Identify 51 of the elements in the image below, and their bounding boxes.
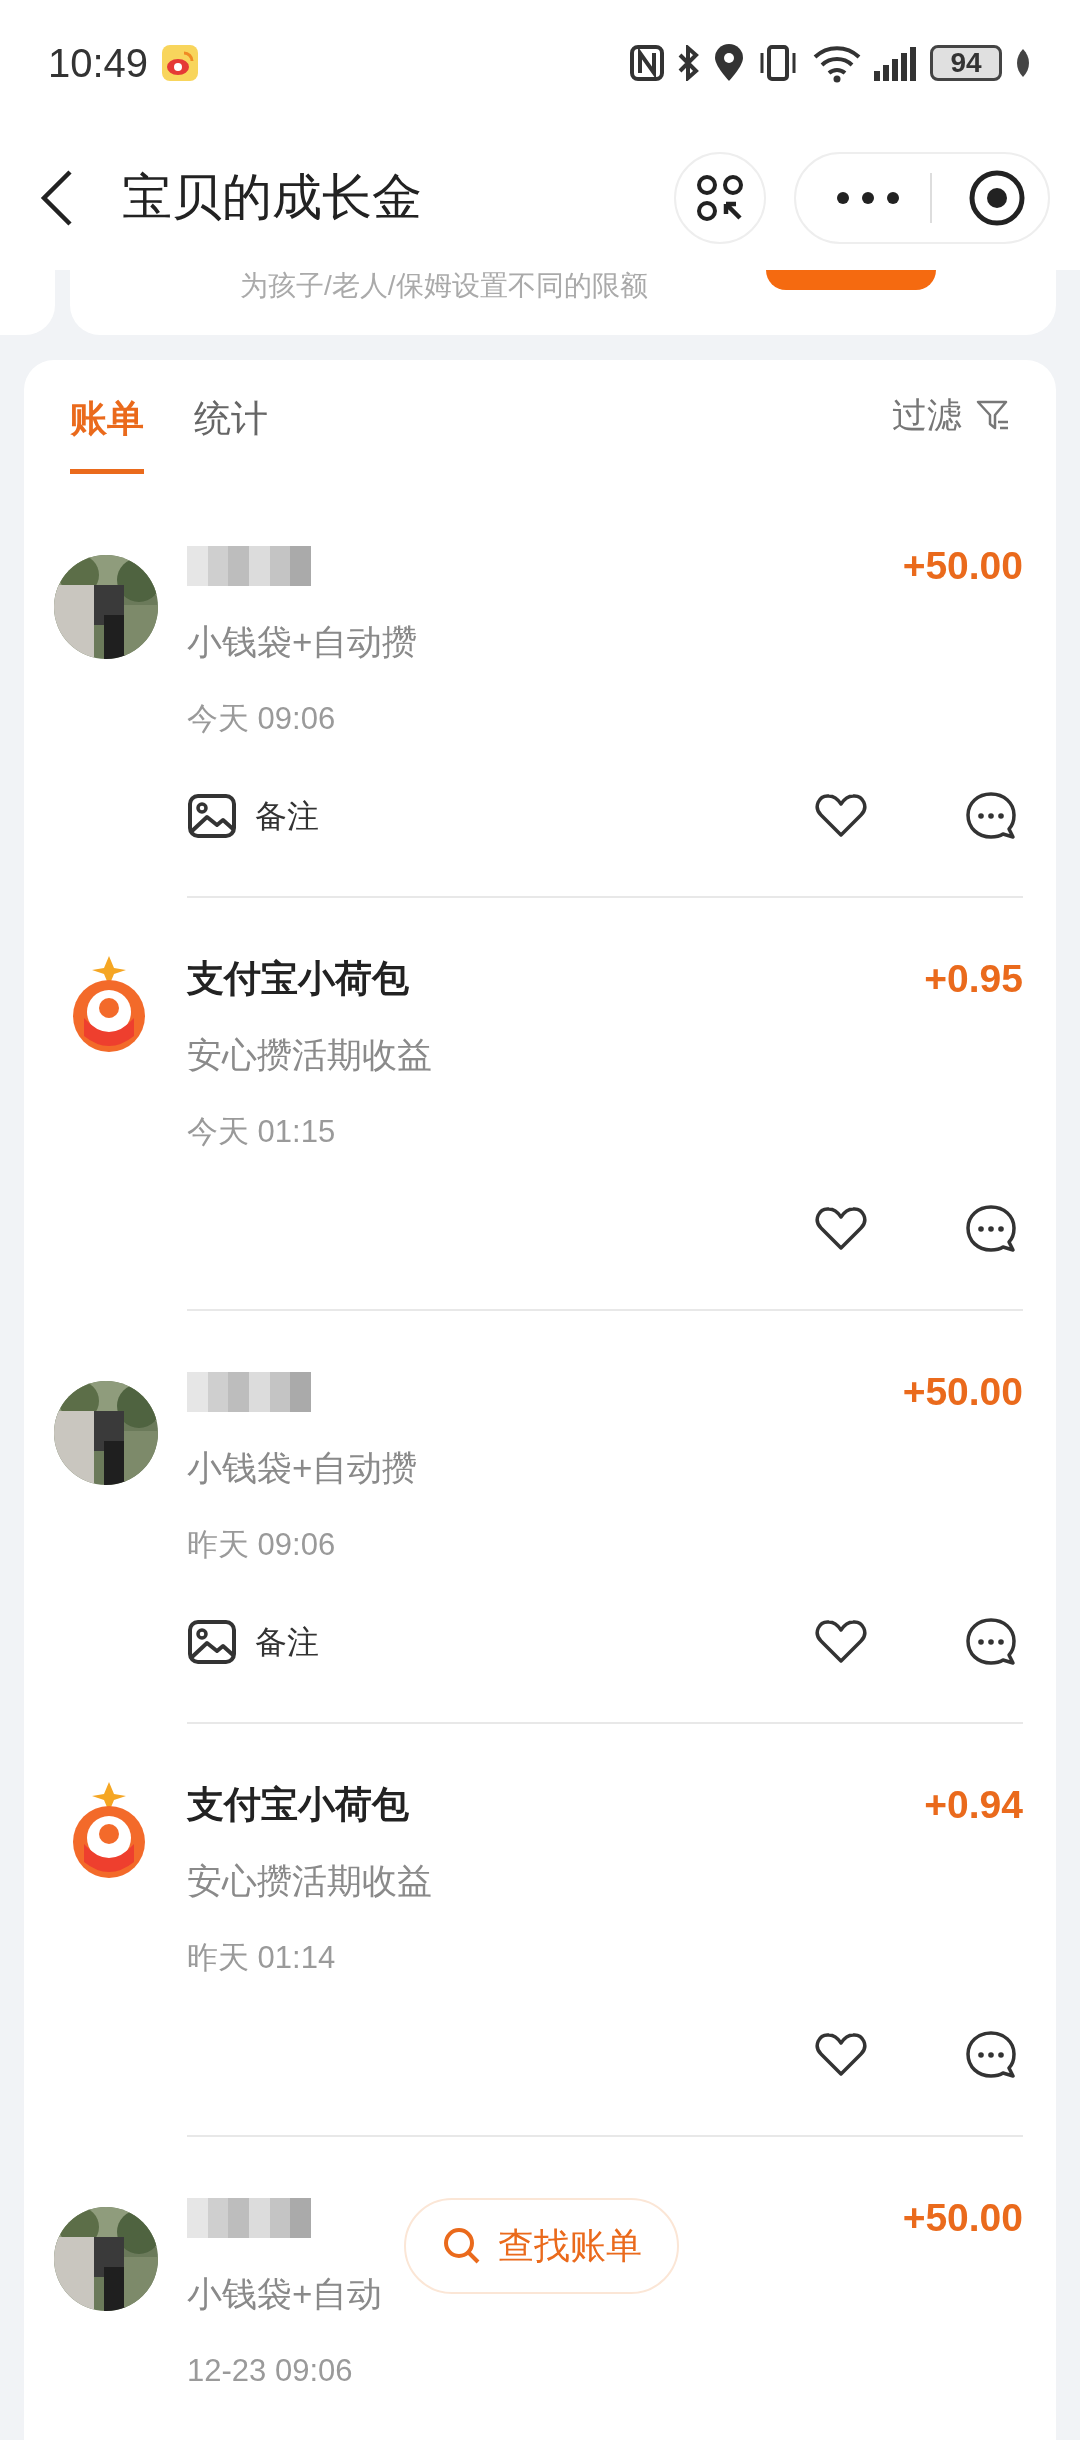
image-icon xyxy=(187,793,237,839)
heart-icon[interactable] xyxy=(815,793,867,839)
bill-subtitle: 小钱袋+自动攒 xyxy=(187,620,418,663)
tab[interactable]: 统计 xyxy=(194,360,268,485)
nfc-icon xyxy=(630,44,664,81)
comment-icon[interactable] xyxy=(965,791,1017,841)
bill-subtitle: 小钱袋+自动 xyxy=(187,2272,383,2315)
purse-logo-icon xyxy=(70,1782,148,1878)
promo-subtitle: 为孩子/老人/保姆设置不同的限额 xyxy=(240,270,648,302)
search-icon xyxy=(441,2226,482,2266)
heart-icon[interactable] xyxy=(815,2032,867,2078)
tab[interactable]: 账单 xyxy=(70,360,144,485)
page-title: 宝贝的成长金 xyxy=(122,168,422,227)
bill-amount: +0.94 xyxy=(924,1781,1023,1828)
more-icon[interactable] xyxy=(836,190,900,205)
bill-amount: +50.00 xyxy=(902,542,1023,589)
battery-indicator: 94 xyxy=(930,44,1002,81)
bill-time: 昨天 01:14 xyxy=(187,1938,336,1977)
scan-icon xyxy=(696,173,744,222)
status-time: 10:49 xyxy=(48,39,149,87)
find-bills-button[interactable]: 查找账单 xyxy=(404,2198,679,2294)
filter-icon xyxy=(976,398,1010,432)
promo-button[interactable] xyxy=(766,270,936,290)
image-icon xyxy=(187,1619,237,1665)
note-button[interactable]: 备注 xyxy=(187,1618,319,1666)
bill-subtitle: 小钱袋+自动攒 xyxy=(187,1446,418,1489)
bill-time: 12-23 09:06 xyxy=(187,2351,353,2390)
purse-logo-icon xyxy=(70,956,148,1052)
location-icon xyxy=(714,43,744,82)
heart-icon[interactable] xyxy=(815,1206,867,1252)
signal-icon xyxy=(874,44,918,81)
bill-time: 昨天 09:06 xyxy=(187,1525,336,1564)
comment-icon[interactable] xyxy=(965,1617,1017,1667)
bill-title: 支付宝小荷包 xyxy=(187,1783,409,1828)
close-target-icon[interactable] xyxy=(968,168,1026,227)
filter-button[interactable]: 过滤 xyxy=(892,360,1010,470)
bill-amount: +50.00 xyxy=(902,1368,1023,1415)
bill-amount: +0.95 xyxy=(924,955,1023,1002)
comment-icon[interactable] xyxy=(965,1204,1017,1254)
scan-button[interactable] xyxy=(674,151,766,244)
bill-amount: +50.00 xyxy=(902,2194,1023,2241)
note-button[interactable]: 备注 xyxy=(187,792,319,840)
bill-subtitle: 安心攒活期收益 xyxy=(187,1859,432,1902)
heart-icon[interactable] xyxy=(815,1619,867,1665)
bill-title: 支付宝小荷包 xyxy=(187,957,409,1002)
eye-app-icon xyxy=(162,44,199,81)
bill-time: 今天 09:06 xyxy=(187,699,336,738)
bill-time: 今天 01:15 xyxy=(187,1112,336,1151)
bill-subtitle: 安心攒活期收益 xyxy=(187,1033,432,1076)
back-icon[interactable] xyxy=(38,167,74,228)
comment-icon[interactable] xyxy=(965,2030,1017,2080)
